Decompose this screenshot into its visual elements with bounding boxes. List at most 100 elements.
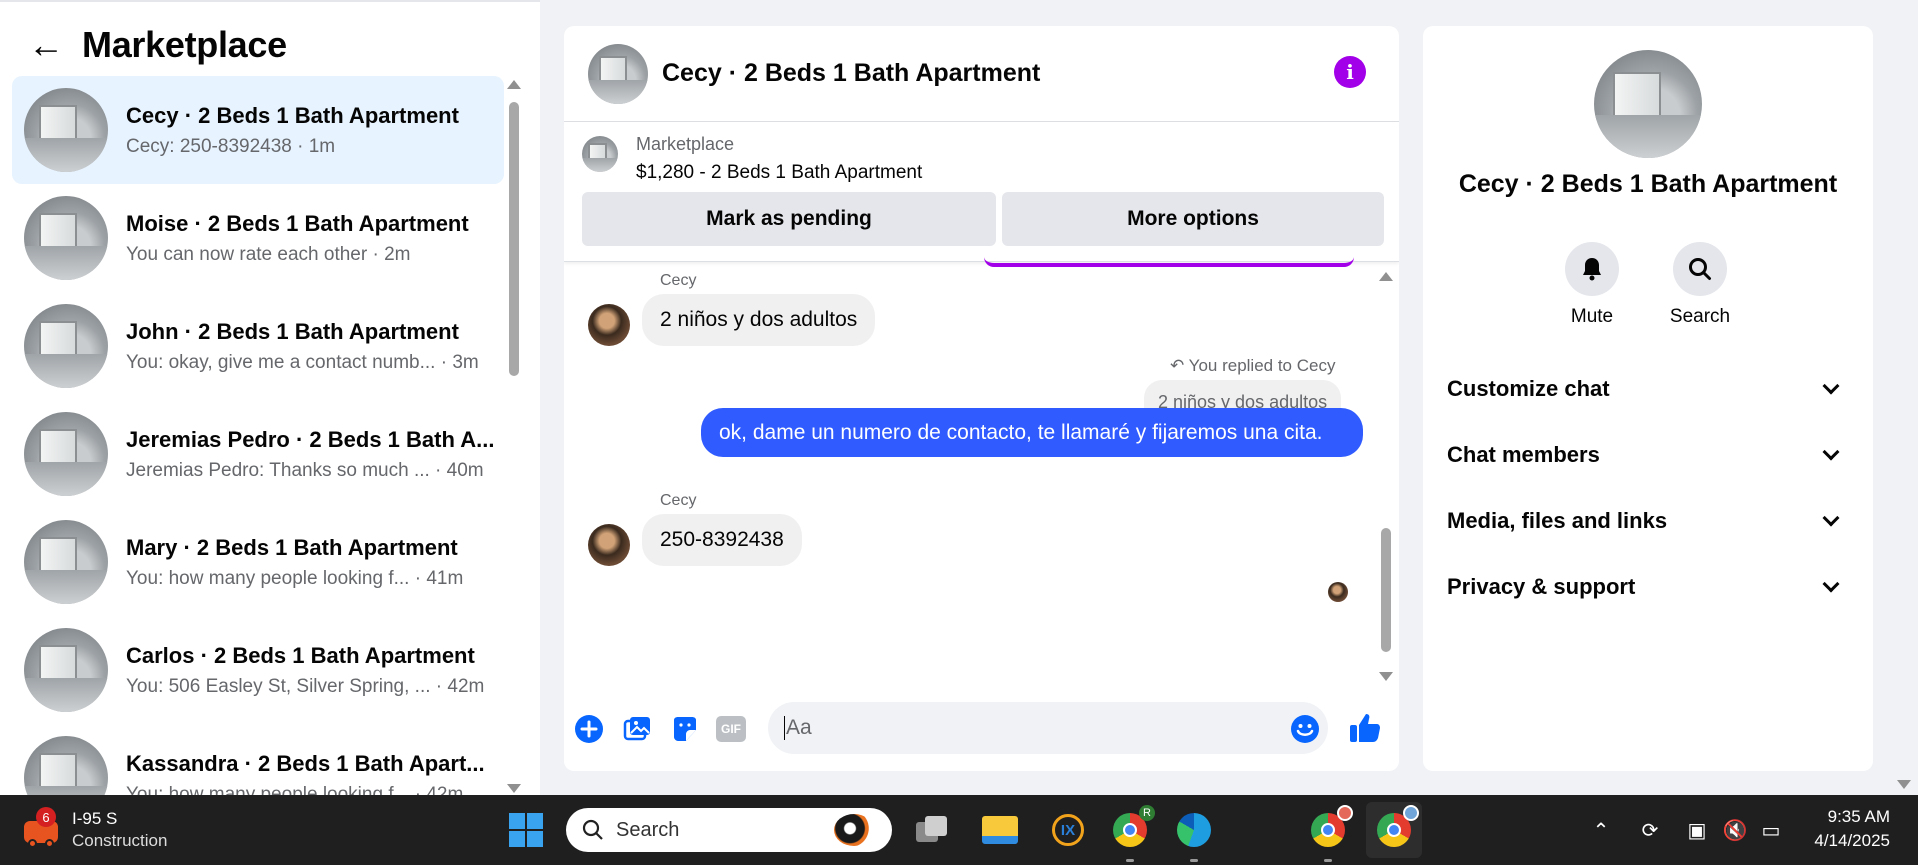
conversation-item[interactable]: Mary · 2 Beds 1 Bath Apartment You: how m… — [12, 508, 504, 616]
search-label: Search — [1669, 306, 1731, 327]
outgoing-message[interactable]: ok, dame un numero de contacto, te llama… — [701, 408, 1363, 457]
chrome-profile-2-button[interactable] — [1306, 805, 1353, 862]
message-sender: Cecy — [660, 272, 697, 289]
chat-title[interactable]: Cecy · 2 Beds 1 Bath Apartment — [662, 59, 1040, 88]
conversation-text: Carlos · 2 Beds 1 Bath Apartment You: 506… — [126, 643, 484, 698]
text-caret — [784, 716, 785, 740]
network-icon[interactable]: ▣ — [1684, 817, 1710, 843]
chevron-up-icon[interactable]: ⌃ — [1588, 817, 1614, 843]
battery-icon[interactable]: ▭ — [1758, 817, 1784, 843]
message-input-placeholder: Aa — [786, 716, 812, 739]
thumbs-up-icon[interactable] — [1348, 711, 1382, 745]
scroll-down-arrow-icon[interactable] — [1379, 672, 1393, 681]
media-files-links-section[interactable]: Media, files and links — [1447, 494, 1847, 548]
chrome-icon — [1311, 805, 1353, 847]
listing-thumbnail[interactable] — [582, 136, 618, 172]
sticker-icon[interactable] — [670, 714, 700, 744]
alert-badge: 6 — [36, 807, 56, 827]
conversation-text: Mary · 2 Beds 1 Bath Apartment You: how m… — [126, 535, 463, 590]
mark-as-pending-button[interactable]: Mark as pending — [582, 192, 996, 246]
conversation-item[interactable]: Moise · 2 Beds 1 Bath Apartment You can n… — [12, 184, 504, 292]
weather-widget[interactable]: 6 I-95 S Construction — [22, 795, 182, 865]
scroll-up-arrow-icon[interactable] — [1379, 272, 1393, 281]
conversation-thumbnail — [24, 520, 108, 604]
edge-icon — [1177, 813, 1211, 847]
message-sender: Cecy — [660, 492, 697, 509]
image-icon[interactable] — [622, 714, 652, 744]
chat-header: Cecy · 2 Beds 1 Bath Apartment i — [564, 26, 1399, 122]
section-label: Privacy & support — [1447, 574, 1636, 599]
info-icon[interactable]: i — [1334, 56, 1366, 88]
system-clock[interactable]: 9:35 AM 4/14/2025 — [1814, 805, 1890, 853]
conversation-title: Mary · 2 Beds 1 Bath Apartment — [126, 534, 458, 560]
scrollbar-thumb[interactable] — [1381, 528, 1391, 652]
volume-muted-icon[interactable]: 🔇 — [1722, 817, 1748, 843]
profile-avatar[interactable] — [1594, 50, 1702, 158]
conversation-item[interactable]: Kassandra · 2 Beds 1 Bath Apart... You: h… — [12, 724, 504, 797]
mute-label: Mute — [1570, 306, 1614, 327]
conversation-item[interactable]: Cecy · 2 Beds 1 Bath Apartment Cecy: 250-… — [12, 76, 504, 184]
conversation-thumbnail — [24, 304, 108, 388]
sync-icon[interactable]: ⟳ — [1637, 817, 1663, 843]
chrome-active-button[interactable] — [1366, 802, 1422, 858]
privacy-support-section[interactable]: Privacy & support — [1447, 560, 1847, 614]
clock-time: 9:35 AM — [1827, 807, 1890, 826]
windows-logo-icon — [509, 813, 543, 847]
section-label: Customize chat — [1447, 376, 1610, 401]
read-receipt-avatar — [1328, 582, 1348, 602]
message-scrollbar[interactable] — [1379, 272, 1393, 682]
listing-title[interactable]: $1,280 - 2 Beds 1 Bath Apartment — [636, 162, 922, 184]
task-view-button[interactable] — [910, 808, 954, 852]
bell-icon — [1583, 258, 1601, 281]
conversation-thumbnail — [24, 88, 108, 172]
conversation-thumbnail — [24, 196, 108, 280]
scrollbar-thumb[interactable] — [509, 102, 519, 376]
conversation-title: John · 2 Beds 1 Bath Apartment — [126, 318, 459, 344]
mute-button[interactable] — [1565, 242, 1619, 296]
incoming-message[interactable]: 250-8392438 — [642, 514, 802, 566]
conversation-item[interactable]: Carlos · 2 Beds 1 Bath Apartment You: 506… — [12, 616, 504, 724]
gif-icon[interactable]: GIF — [716, 716, 746, 742]
chat-avatar[interactable] — [588, 43, 648, 104]
chat-members-section[interactable]: Chat members — [1447, 428, 1847, 482]
conversation-item[interactable]: John · 2 Beds 1 Bath Apartment You: okay,… — [12, 292, 504, 400]
sender-avatar[interactable] — [588, 524, 630, 566]
conversation-list-scrollbar[interactable] — [507, 80, 521, 793]
app-ix-button[interactable]: IX — [1046, 808, 1090, 852]
customize-chat-section[interactable]: Customize chat — [1447, 362, 1847, 416]
reply-label: You replied to Cecy — [1188, 356, 1336, 375]
windows-taskbar: 6 I-95 S Construction Search IX R ⌃ ⟳ ▣ … — [0, 795, 1918, 865]
more-options-button[interactable]: More options — [1002, 192, 1384, 246]
message-input[interactable]: Aa — [768, 702, 1328, 754]
taskbar-search[interactable]: Search — [566, 808, 892, 852]
file-explorer-button[interactable] — [978, 808, 1022, 852]
conversation-title: Jeremias Pedro · 2 Beds 1 Bath A... — [126, 426, 495, 452]
chrome-profile-r-button[interactable]: R — [1108, 805, 1155, 862]
page-scroll-down-arrow-icon[interactable] — [1897, 780, 1912, 789]
conversation-text: John · 2 Beds 1 Bath Apartment You: okay,… — [126, 319, 479, 374]
chat-details-panel: Cecy · 2 Beds 1 Bath Apartment Mute Sear… — [1423, 26, 1873, 771]
conversation-preview: You: how many people looking f... · 41m — [126, 567, 464, 589]
chat-panel: Cecy · 2 Beds 1 Bath Apartment i Marketp… — [564, 26, 1399, 771]
chrome-icon — [1377, 805, 1419, 847]
conversation-list-panel: ← Marketplace Cecy · 2 Beds 1 Bath Apart… — [0, 0, 540, 797]
chrome-icon: R — [1113, 805, 1155, 847]
scroll-down-arrow-icon[interactable] — [507, 784, 521, 793]
plus-circle-icon[interactable] — [574, 714, 604, 744]
emoji-icon[interactable] — [1290, 714, 1320, 744]
scroll-up-arrow-icon[interactable] — [507, 80, 521, 89]
sender-avatar[interactable] — [588, 304, 630, 346]
start-button[interactable] — [504, 808, 548, 852]
incoming-message[interactable]: 2 niños y dos adultos — [642, 294, 876, 346]
conversation-text: Moise · 2 Beds 1 Bath Apartment You can n… — [126, 211, 469, 266]
back-arrow-icon[interactable]: ← — [28, 27, 64, 63]
puffin-icon — [834, 814, 874, 846]
traffic-icon: 6 — [22, 807, 60, 849]
edge-button[interactable] — [1172, 808, 1216, 862]
reply-arrow-icon: ↶ — [1170, 356, 1189, 375]
folder-icon — [982, 816, 1018, 844]
search-button[interactable] — [1673, 242, 1727, 296]
conversation-item[interactable]: Jeremias Pedro · 2 Beds 1 Bath A... Jerem… — [12, 400, 504, 508]
conversation-preview: You: okay, give me a contact numb... · 3… — [126, 351, 479, 373]
conversation-preview: You can now rate each other · 2m — [126, 243, 411, 265]
